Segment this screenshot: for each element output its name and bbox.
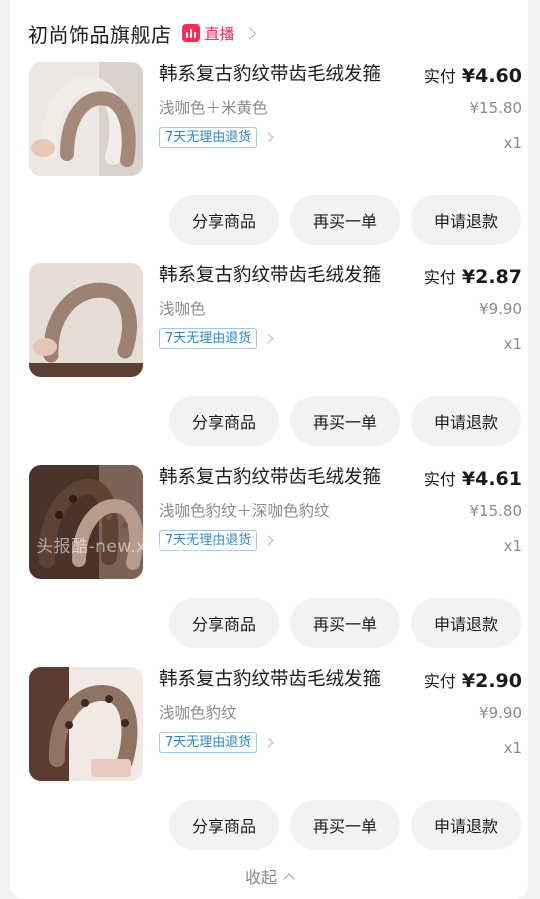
share-product-button[interactable]: 分享商品: [169, 800, 279, 850]
paid-label: 实付: [423, 67, 456, 86]
chevron-right-icon[interactable]: [242, 26, 256, 40]
paid-label: 实付: [423, 672, 456, 691]
collapse-label: 收起: [244, 868, 277, 887]
paid-price: 实付 ¥2.87: [424, 264, 522, 288]
request-refund-button[interactable]: 申请退款: [411, 800, 521, 850]
store-header[interactable]: 初尚饰品旗舰店 直播: [28, 17, 256, 49]
paid-label: 实付: [423, 268, 456, 287]
original-price: ¥9.90: [479, 704, 522, 722]
paid-price: 实付 ¥4.61: [424, 466, 522, 490]
return-policy-tag[interactable]: 7天无理由退货: [159, 127, 274, 148]
product-variant: 浅咖色＋米黄色: [159, 99, 268, 117]
product-thumbnail[interactable]: [29, 62, 143, 176]
request-refund-button[interactable]: 申请退款: [411, 195, 521, 245]
original-price: ¥9.90: [479, 300, 522, 318]
live-bars-icon: [181, 24, 200, 42]
paid-amount: ¥4.60: [461, 65, 522, 87]
store-name[interactable]: 初尚饰品旗舰店: [28, 19, 172, 48]
return-policy-label: 7天无理由退货: [159, 127, 258, 148]
share-product-button[interactable]: 分享商品: [169, 396, 279, 446]
product-variant: 浅咖色豹纹＋深咖色豹纹: [159, 502, 330, 520]
request-refund-button[interactable]: 申请退款: [411, 396, 521, 446]
chevron-right-icon: [263, 132, 274, 143]
buy-again-button[interactable]: 再买一单: [290, 800, 400, 850]
live-badge[interactable]: 直播: [181, 23, 235, 44]
product-title[interactable]: 韩系复古豹纹带齿毛绒发箍: [159, 667, 403, 693]
request-refund-button[interactable]: 申请退款: [411, 598, 521, 648]
share-product-button[interactable]: 分享商品: [169, 598, 279, 648]
order-item: 韩系复古豹纹带齿毛绒发箍 浅咖色豹纹＋深咖色豹纹 7天无理由退货 实付 ¥4.6…: [28, 465, 522, 655]
return-policy-label: 7天无理由退货: [159, 328, 258, 349]
quantity: x1: [503, 537, 522, 555]
quantity: x1: [503, 739, 522, 757]
original-price: ¥15.80: [469, 502, 523, 520]
paid-amount: ¥4.61: [461, 468, 522, 490]
product-title[interactable]: 韩系复古豹纹带齿毛绒发箍: [159, 263, 403, 289]
product-variant: 浅咖色: [159, 300, 206, 318]
product-variant: 浅咖色豹纹: [159, 704, 237, 722]
chevron-right-icon: [263, 535, 274, 546]
product-thumbnail[interactable]: [29, 465, 143, 579]
original-price: ¥15.80: [469, 99, 523, 117]
collapse-toggle[interactable]: 收起: [10, 864, 528, 888]
order-card: 初尚饰品旗舰店 直播 韩系复古豹纹带齿毛绒发箍 浅咖色＋米黄色 7天无理由退货 …: [10, 0, 528, 899]
share-product-button[interactable]: 分享商品: [169, 195, 279, 245]
return-policy-tag[interactable]: 7天无理由退货: [159, 530, 274, 551]
chevron-right-icon: [263, 737, 274, 748]
product-title[interactable]: 韩系复古豹纹带齿毛绒发箍: [159, 62, 403, 88]
product-thumbnail[interactable]: [29, 667, 143, 781]
chevron-right-icon: [263, 333, 274, 344]
paid-amount: ¥2.87: [461, 266, 522, 288]
order-item: 韩系复古豹纹带齿毛绒发箍 浅咖色豹纹 7天无理由退货 实付 ¥2.90 ¥9.9…: [28, 667, 522, 857]
paid-label: 实付: [423, 470, 456, 489]
return-policy-tag[interactable]: 7天无理由退货: [159, 732, 274, 753]
live-label: 直播: [204, 24, 235, 43]
paid-amount: ¥2.90: [461, 670, 522, 692]
product-title[interactable]: 韩系复古豹纹带齿毛绒发箍: [159, 465, 403, 491]
paid-price: 实付 ¥4.60: [424, 63, 522, 87]
quantity: x1: [503, 335, 522, 353]
order-item: 韩系复古豹纹带齿毛绒发箍 浅咖色 7天无理由退货 实付 ¥2.87 ¥9.90 …: [28, 263, 522, 453]
product-thumbnail[interactable]: [29, 263, 143, 377]
quantity: x1: [503, 134, 522, 152]
buy-again-button[interactable]: 再买一单: [290, 396, 400, 446]
return-policy-label: 7天无理由退货: [159, 530, 258, 551]
buy-again-button[interactable]: 再买一单: [290, 195, 400, 245]
chevron-up-icon: [283, 872, 295, 885]
order-item: 韩系复古豹纹带齿毛绒发箍 浅咖色＋米黄色 7天无理由退货 实付 ¥4.60 ¥1…: [28, 62, 522, 252]
return-policy-label: 7天无理由退货: [159, 732, 258, 753]
return-policy-tag[interactable]: 7天无理由退货: [159, 328, 274, 349]
buy-again-button[interactable]: 再买一单: [290, 598, 400, 648]
paid-price: 实付 ¥2.90: [424, 668, 522, 692]
